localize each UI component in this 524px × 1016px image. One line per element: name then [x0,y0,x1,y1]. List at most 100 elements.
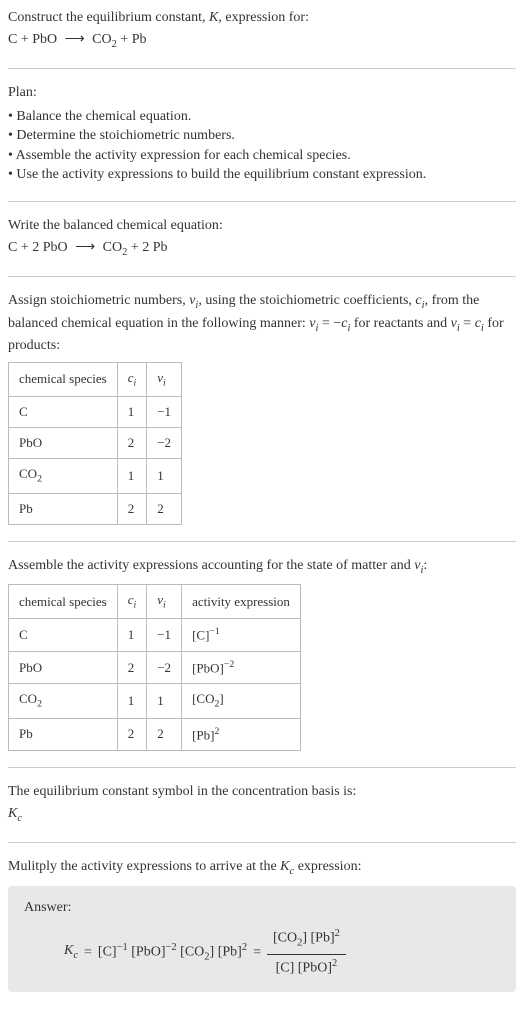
sub: 2 [37,474,42,485]
cell-nu: 1 [147,684,182,718]
cell-activity: [Pb]2 [182,718,301,751]
i: i [134,377,137,388]
base: [PbO] [192,660,224,675]
cell-species: CO2 [9,684,118,718]
activity-table: chemical species ci νi activity expressi… [8,584,301,751]
header-nu: νi [147,362,182,396]
c: c [73,950,78,961]
cell-c: 1 [117,619,147,652]
pre: [CO [192,691,214,706]
text: Assign stoichiometric numbers, [8,293,189,308]
header-species: chemical species [9,585,118,619]
table-row: CO2 1 1 [9,459,182,493]
text: expression: [294,859,361,874]
arrow-icon: ⟶ [71,238,99,258]
sub: 2 [37,699,42,710]
arrow-icon: ⟶ [61,30,89,50]
t1: [C] [98,944,117,959]
balanced-title: Write the balanced chemical equation: [8,216,516,236]
eq-const-text: The equilibrium constant symbol in the c… [8,782,516,802]
cell-activity: [PbO]−2 [182,651,301,684]
text: = [460,316,475,331]
unbalanced-equation: C + PbO ⟶ CO2 + Pb [8,30,516,52]
exp: −1 [117,942,128,953]
header-c: ci [117,585,147,619]
header-activity: activity expression [182,585,301,619]
cell-c: 2 [117,493,147,524]
text: Mulitply the activity expressions to arr… [8,859,280,874]
k: K [64,943,73,958]
answer-label: Answer: [24,898,500,918]
cell-c: 1 [117,396,147,427]
table-header-row: chemical species ci νi activity expressi… [9,585,301,619]
table-row: PbO 2 −2 [PbO]−2 [9,651,301,684]
divider [8,276,516,277]
cell-c: 2 [117,651,147,684]
activity-text: Assemble the activity expressions accoun… [8,556,516,578]
multiply-section: Mulitply the activity expressions to arr… [8,857,516,991]
npost: ] [Pb] [302,931,334,946]
divider [8,842,516,843]
intro-text2: , expression for: [218,10,309,25]
exp: 2 [242,942,247,953]
cell-species: Pb [9,718,118,751]
activity-section: Assemble the activity expressions accoun… [8,556,516,752]
cell-nu: 1 [147,459,182,493]
exp: −1 [209,626,219,637]
plan-item: • Balance the chemical equation. [8,107,516,127]
exp: 2 [214,726,219,737]
lhs: C + PbO [8,32,57,47]
plan-section: Plan: • Balance the chemical equation. •… [8,83,516,185]
header-section: Construct the equilibrium constant, K, e… [8,8,516,52]
divider [8,68,516,69]
cell-nu: −2 [147,428,182,459]
table-row: C 1 −1 [C]−1 [9,619,301,652]
balanced-lhs: C + 2 PbO [8,240,68,255]
text: = − [318,316,341,331]
table-row: PbO 2 −2 [9,428,182,459]
k: K [8,806,17,821]
header-c: ci [117,362,147,396]
answer-box: Answer: Kc = [C]−1 [PbO]−2 [CO2] [Pb]2 =… [8,886,516,992]
plan-item: • Assemble the activity expression for e… [8,146,516,166]
divider [8,767,516,768]
d1: [C] [PbO] [276,960,332,975]
co: CO [19,466,37,481]
de: 2 [332,958,337,969]
stoich-table: chemical species ci νi C 1 −1 PbO 2 −2 C… [8,362,182,525]
i: i [163,600,166,611]
text: : [423,558,427,573]
table-row: Pb 2 2 [Pb]2 [9,718,301,751]
t2: [PbO] [128,944,166,959]
i: i [163,377,166,388]
ne: 2 [335,928,340,939]
cell-species: CO2 [9,459,118,493]
text: for reactants and [350,316,450,331]
c: c [17,813,22,824]
cell-activity: [C]−1 [182,619,301,652]
exp: −2 [166,942,177,953]
denominator: [C] [PbO]2 [270,955,344,980]
plan-item: • Use the activity expressions to build … [8,165,516,185]
cell-activity: [CO2] [182,684,301,718]
base: [Pb] [192,727,214,742]
cell-nu: −1 [147,396,182,427]
np: [CO [273,931,297,946]
k: K [280,859,289,874]
cell-nu: 2 [147,718,182,751]
intro-text: Construct the equilibrium constant, [8,10,209,25]
cell-c: 2 [117,428,147,459]
balanced-equation: C + 2 PbO ⟶ CO2 + 2 Pb [8,238,516,260]
cell-species: PbO [9,428,118,459]
plan-title: Plan: [8,83,516,103]
co: CO [19,691,37,706]
numerator: [CO2] [Pb]2 [267,925,346,954]
text: Assemble the activity expressions accoun… [8,558,414,573]
cell-c: 1 [117,684,147,718]
divider [8,201,516,202]
table-row: Pb 2 2 [9,493,182,524]
cell-species: Pb [9,493,118,524]
balanced-rhs1: CO [103,240,122,255]
cell-species: PbO [9,651,118,684]
text: , using the stoichiometric coefficients, [198,293,415,308]
